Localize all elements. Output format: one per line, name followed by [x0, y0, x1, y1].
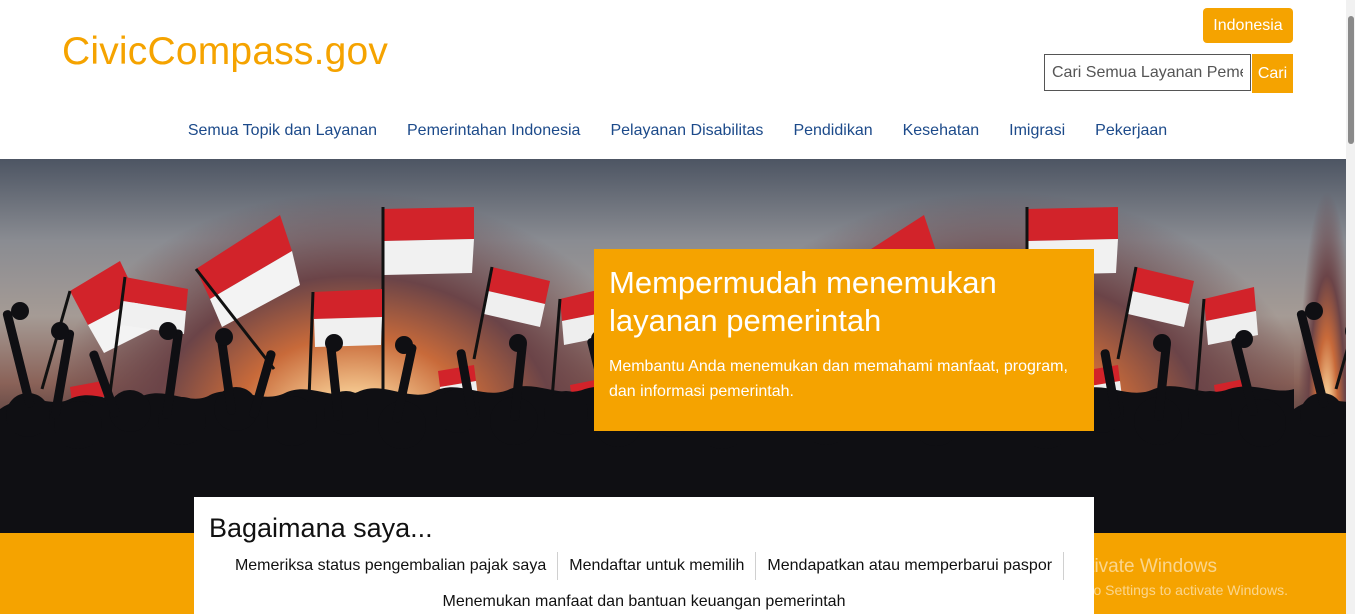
- divider: [1063, 552, 1065, 580]
- howdoi-link-register-vote[interactable]: Mendaftar untuk memilih: [558, 552, 755, 580]
- howdoi-link-benefits[interactable]: Menemukan manfaat dan bantuan keuangan p…: [432, 588, 857, 614]
- how-do-i-title: Bagaimana saya...: [209, 513, 433, 543]
- main-nav: Semua Topik dan Layanan Pemerintahan Ind…: [0, 119, 1355, 143]
- nav-item-all-topics[interactable]: Semua Topik dan Layanan: [188, 119, 377, 143]
- page: CivicCompass.gov Indonesia Cari Semua To…: [0, 0, 1355, 614]
- search-input[interactable]: [1044, 54, 1251, 91]
- nav-item-health[interactable]: Kesehatan: [903, 119, 980, 143]
- nav-item-disability[interactable]: Pelayanan Disabilitas: [610, 119, 763, 143]
- nav-item-jobs[interactable]: Pekerjaan: [1095, 119, 1167, 143]
- howdoi-link-passport[interactable]: Mendapatkan atau memperbarui paspor: [756, 552, 1063, 580]
- nav-item-government[interactable]: Pemerintahan Indonesia: [407, 119, 580, 143]
- activate-windows-watermark: Activate Windows Go to Settings to activ…: [1067, 556, 1288, 600]
- how-do-i-panel: Bagaimana saya... Memeriksa status penge…: [194, 497, 1094, 614]
- how-do-i-row: Menemukan manfaat dan bantuan keuangan p…: [194, 588, 1094, 614]
- howdoi-link-tax-refund[interactable]: Memeriksa status pengembalian pajak saya: [224, 552, 557, 580]
- scrollbar-thumb[interactable]: [1348, 16, 1354, 144]
- language-button[interactable]: Indonesia: [1203, 8, 1293, 43]
- how-do-i-links: Memeriksa status pengembalian pajak saya…: [194, 552, 1094, 614]
- hero-title: Mempermudah menemukan layanan pemerintah: [609, 265, 997, 338]
- search-button[interactable]: Cari: [1252, 54, 1293, 93]
- watermark-line2: Go to Settings to activate Windows.: [1067, 582, 1288, 598]
- nav-item-immigration[interactable]: Imigrasi: [1009, 119, 1065, 143]
- hero-callout: Mempermudah menemukan layanan pemerintah…: [594, 249, 1094, 431]
- how-do-i-row: Memeriksa status pengembalian pajak saya…: [194, 552, 1094, 580]
- site-logo[interactable]: CivicCompass.gov: [62, 30, 388, 74]
- hero-description: Membantu Anda menemukan dan memahami man…: [609, 358, 1068, 400]
- nav-item-education[interactable]: Pendidikan: [793, 119, 872, 143]
- watermark-line1: Activate Windows: [1067, 556, 1217, 577]
